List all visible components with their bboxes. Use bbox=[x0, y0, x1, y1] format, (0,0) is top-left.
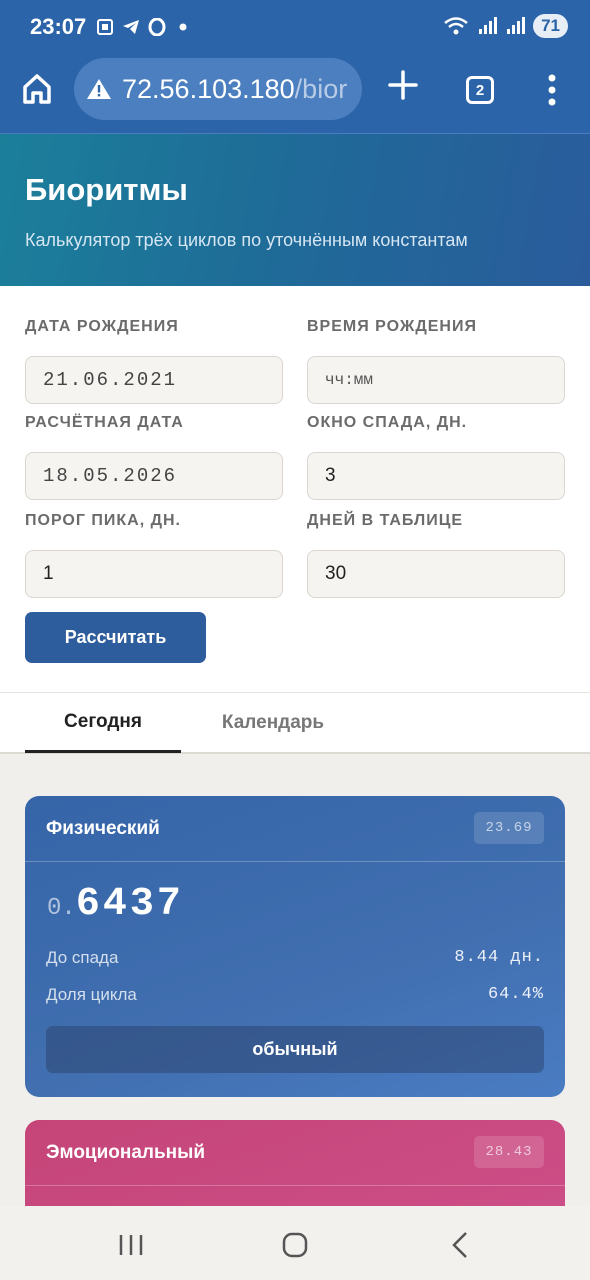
page-subtitle: Калькулятор трёх циклов по уточнённым ко… bbox=[25, 230, 468, 250]
url-text[interactable]: 72.56.103.180/bior bbox=[122, 74, 347, 105]
cycle-period-badge: 23.69 bbox=[474, 812, 544, 844]
row-value: 8.44 дн. bbox=[454, 948, 544, 967]
status-icons-left bbox=[96, 18, 192, 36]
cycle-period-badge: 28.43 bbox=[474, 1136, 544, 1168]
signal-icon bbox=[479, 17, 498, 34]
page-header: Биоритмы Калькулятор трёх циклов по уточ… bbox=[0, 134, 590, 286]
home-icon[interactable] bbox=[20, 72, 54, 106]
cycle-value: 0.6437 bbox=[47, 882, 184, 927]
peak-threshold-field: ПОРОГ ПИКА, ДН. 1 bbox=[25, 512, 283, 598]
time-to-decline-row: До спада 8.44 дн. bbox=[46, 948, 544, 968]
tab-today[interactable]: Сегодня bbox=[25, 693, 181, 753]
row-label: До спада bbox=[46, 948, 119, 967]
signal-icon bbox=[507, 17, 526, 34]
tab-switcher-button[interactable]: 2 bbox=[466, 76, 494, 104]
browser-toolbar: 72.56.103.180/bior 2 bbox=[0, 58, 590, 134]
page-title: Биоритмы bbox=[25, 172, 188, 207]
card-title: Физический bbox=[46, 818, 160, 839]
field-label: ОКНО СПАДА, ДН. bbox=[307, 414, 468, 431]
birth-time-input[interactable]: чч:мм bbox=[307, 356, 565, 404]
warning-icon[interactable] bbox=[86, 77, 112, 101]
battery-indicator: 71 bbox=[533, 14, 568, 38]
card-header: Физический 23.69 bbox=[25, 796, 565, 862]
peak-threshold-input[interactable]: 1 bbox=[25, 550, 283, 598]
cycle-value-main: 6437 bbox=[75, 882, 184, 927]
opera-icon bbox=[148, 18, 166, 36]
calc-form: ДАТА РОЖДЕНИЯ 21.06.2021 ВРЕМЯ РОЖДЕНИЯ … bbox=[0, 286, 590, 692]
status-bar: 23:07 71 bbox=[0, 0, 590, 58]
table-days-input[interactable]: 30 bbox=[307, 550, 565, 598]
calc-date-input[interactable]: 18.05.2026 bbox=[25, 452, 283, 500]
view-tabs: Сегодня Календарь bbox=[0, 692, 590, 754]
birth-date-field: ДАТА РОЖДЕНИЯ 21.06.2021 bbox=[25, 318, 283, 404]
status-time: 23:07 bbox=[30, 14, 87, 39]
cycle-state-badge: обычный bbox=[46, 1026, 544, 1073]
physical-cycle-card: Физический 23.69 0.6437 До спада 8.44 дн… bbox=[25, 796, 565, 1097]
card-title: Эмоциональный bbox=[46, 1142, 206, 1163]
card-header: Эмоциональный 28.43 bbox=[25, 1120, 565, 1186]
decline-window-field: ОКНО СПАДА, ДН. 3 bbox=[307, 414, 565, 500]
field-label: РАСЧЁТНАЯ ДАТА bbox=[25, 414, 184, 431]
decline-window-input[interactable]: 3 bbox=[307, 452, 565, 500]
field-label: ДАТА РОЖДЕНИЯ bbox=[25, 318, 179, 335]
dot-icon bbox=[179, 23, 187, 31]
back-icon[interactable] bbox=[446, 1230, 476, 1260]
more-menu-icon[interactable] bbox=[542, 72, 562, 108]
cycle-fraction-row: Доля цикла 64.4% bbox=[46, 985, 544, 1005]
calc-date-field: РАСЧЁТНАЯ ДАТА 18.05.2026 bbox=[25, 414, 283, 500]
field-label: ВРЕМЯ РОЖДЕНИЯ bbox=[307, 318, 477, 335]
wifi-icon bbox=[444, 17, 468, 35]
row-label: Доля цикла bbox=[46, 985, 137, 1004]
tab-calendar[interactable]: Календарь bbox=[200, 693, 346, 753]
address-bar[interactable]: 72.56.103.180/bior bbox=[74, 58, 362, 120]
field-label: ПОРОГ ПИКА, ДН. bbox=[25, 512, 181, 529]
new-tab-icon[interactable] bbox=[386, 68, 420, 102]
field-label: ДНЕЙ В ТАБЛИЦЕ bbox=[307, 512, 464, 529]
birth-time-field: ВРЕМЯ РОЖДЕНИЯ чч:мм bbox=[307, 318, 565, 404]
screenshot-icon bbox=[97, 19, 113, 35]
status-icons-right: 71 bbox=[443, 14, 568, 38]
url-host: 72.56.103.180 bbox=[122, 73, 295, 104]
calculate-button[interactable]: Рассчитать bbox=[25, 612, 206, 663]
recent-apps-icon[interactable] bbox=[116, 1230, 146, 1260]
url-path: /bior bbox=[294, 73, 348, 104]
birth-date-input[interactable]: 21.06.2021 bbox=[25, 356, 283, 404]
home-nav-icon[interactable] bbox=[280, 1230, 310, 1260]
row-value: 64.4% bbox=[487, 985, 544, 1004]
table-days-field: ДНЕЙ В ТАБЛИЦЕ 30 bbox=[307, 512, 565, 598]
system-nav-bar bbox=[0, 1206, 590, 1280]
telegram-icon bbox=[123, 20, 139, 34]
cycle-value-prefix: 0. bbox=[47, 895, 76, 922]
